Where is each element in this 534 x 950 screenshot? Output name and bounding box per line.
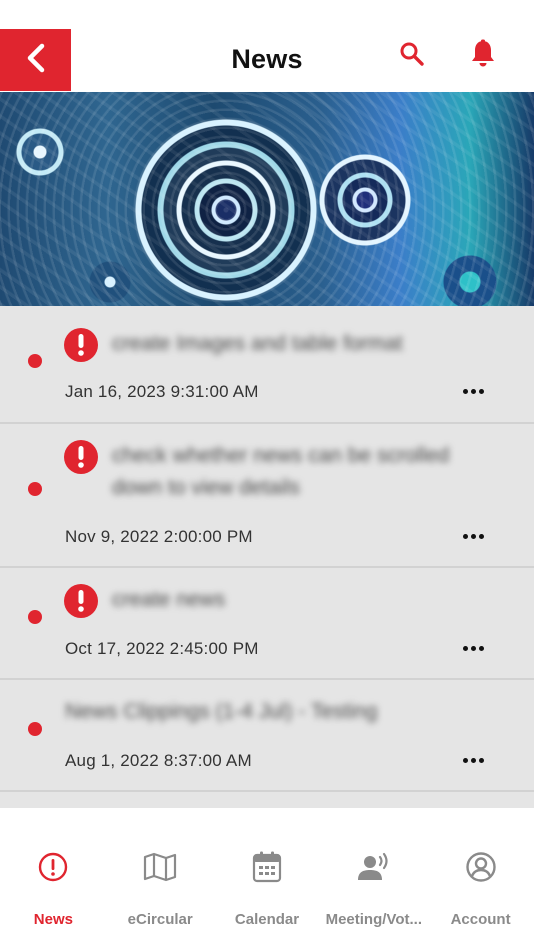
speaker-person-icon [357, 850, 391, 884]
page-title: News [231, 44, 303, 74]
unread-indicator [28, 610, 42, 624]
tab-label: eCircular [127, 911, 193, 928]
unread-indicator [28, 354, 42, 368]
news-title: News Clippings (1-4 Jul) - Testing [65, 700, 378, 723]
alert-circle-icon [36, 850, 70, 884]
news-date: Nov 9, 2022 2:00:00 PM [65, 527, 253, 546]
news-title: create news [112, 588, 226, 611]
news-date: Jan 16, 2023 9:31:00 AM [65, 382, 259, 401]
calendar-icon [250, 850, 284, 884]
app-root: News create Images and table format Jan … [0, 0, 534, 950]
news-item[interactable]: News Clippings (1-4 Jul) - Testing Aug 1… [0, 680, 534, 792]
news-item[interactable]: check whether news can be scrolled down … [0, 424, 534, 568]
more-options-button[interactable] [458, 638, 488, 658]
more-options-button[interactable] [458, 750, 488, 770]
map-icon [143, 850, 177, 884]
top-bar: News [0, 0, 534, 92]
more-options-button[interactable] [458, 526, 488, 546]
unread-indicator [28, 482, 42, 496]
bell-icon [469, 39, 497, 74]
tab-ecircular[interactable]: eCircular [107, 808, 214, 950]
bottom-tab-bar: News eCircular Calendar Meeting/Vot... A [0, 808, 534, 950]
notifications-button[interactable] [469, 39, 497, 70]
news-title-line2: down to view details [112, 476, 300, 499]
tab-label: News [33, 911, 73, 928]
unread-indicator [28, 722, 42, 736]
banner-pattern [0, 92, 534, 306]
news-list: create Images and table format Jan 16, 2… [0, 306, 534, 808]
search-button[interactable] [398, 42, 426, 70]
important-alert-icon [64, 440, 98, 474]
important-alert-icon [64, 328, 98, 362]
tab-account[interactable]: Account [427, 808, 534, 950]
news-date: Aug 1, 2022 8:37:00 AM [65, 751, 252, 770]
tab-label: Meeting/Vot... [325, 911, 422, 928]
user-circle-icon [464, 850, 498, 884]
search-icon [399, 41, 425, 72]
news-item[interactable]: create news Oct 17, 2022 2:45:00 PM [0, 568, 534, 680]
tab-calendar[interactable]: Calendar [214, 808, 321, 950]
news-item[interactable]: create Images and table format Jan 16, 2… [0, 306, 534, 424]
tab-label: Calendar [234, 911, 300, 928]
more-options-button[interactable] [458, 381, 488, 401]
news-banner-image [0, 92, 534, 306]
tab-meeting-voting[interactable]: Meeting/Vot... [320, 808, 427, 950]
news-date: Oct 17, 2022 2:45:00 PM [65, 639, 259, 658]
tab-label: Account [450, 911, 511, 928]
tab-news[interactable]: News [0, 808, 107, 950]
news-title: create Images and table format [112, 332, 403, 355]
news-title: check whether news can be scrolled [112, 444, 450, 467]
important-alert-icon [64, 584, 98, 618]
